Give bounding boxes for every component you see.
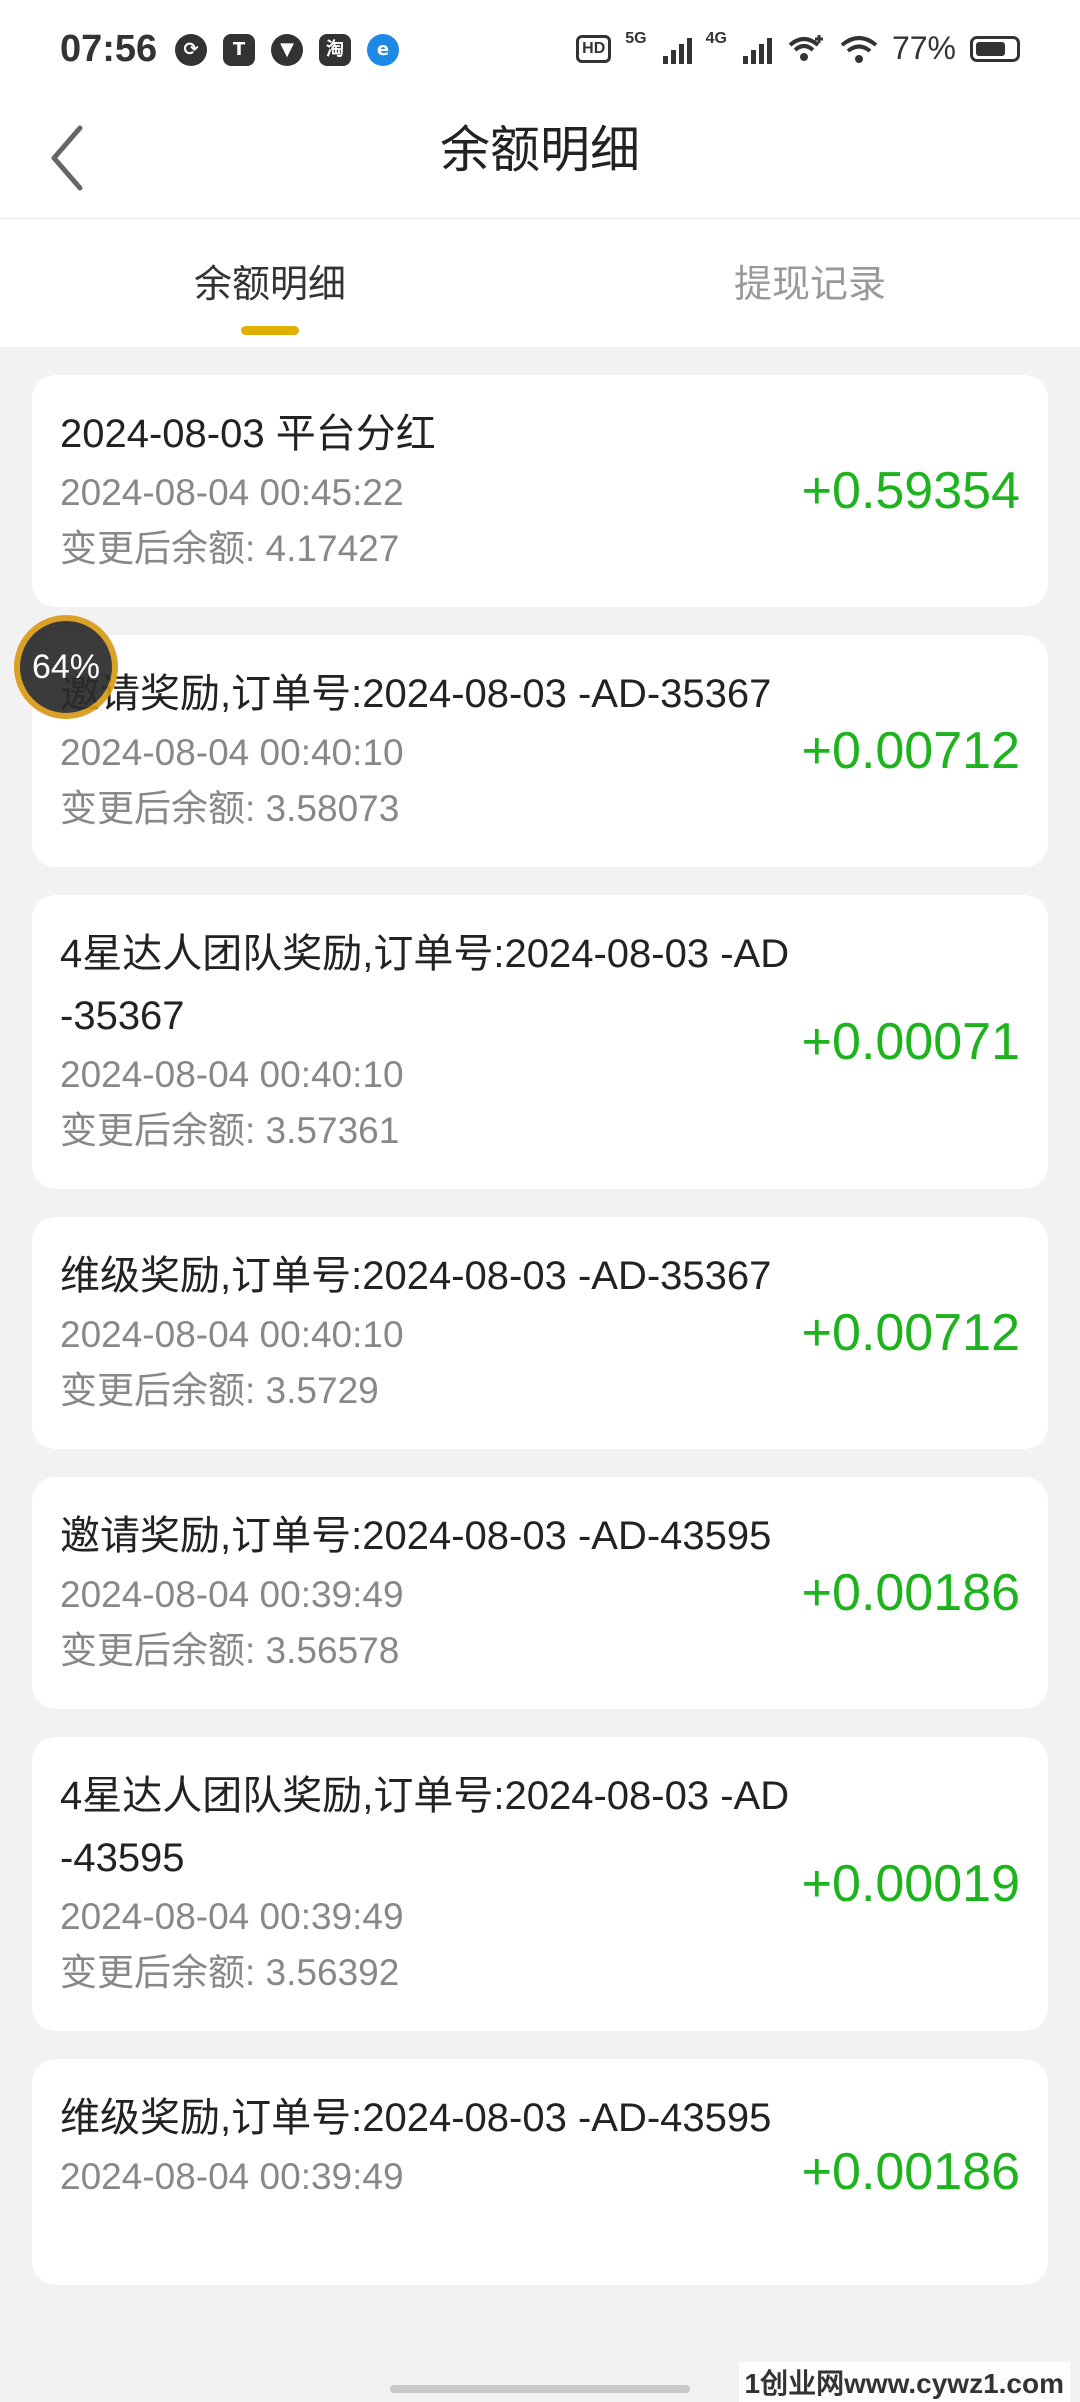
record-card[interactable]: 维级奖励,订单号:2024-08-03 -AD-35367 2024-08-04… <box>32 1217 1048 1449</box>
tab-withdraw-record[interactable]: 提现记录 <box>540 219 1080 347</box>
record-amount: +0.00019 <box>801 1855 1020 1913</box>
battery-fill <box>976 41 1005 56</box>
tab-label: 提现记录 <box>733 262 886 306</box>
record-balance: 变更后余额: 3.56392 <box>60 1952 400 1993</box>
gesture-navigation-bar[interactable] <box>390 2385 690 2393</box>
shield-t-icon: T <box>223 34 255 66</box>
network-4g-label: 4G <box>705 30 727 47</box>
record-amount: +0.00071 <box>801 1013 1020 1071</box>
status-right: HD 5G 4G 77% <box>576 30 1020 67</box>
network-5g-label: 5G <box>625 30 647 47</box>
record-balance: 变更后余额: 4.17427 <box>60 528 400 569</box>
record-balance: 变更后余额: 3.57361 <box>60 1110 400 1151</box>
browser-icon: e <box>367 34 399 66</box>
status-app-icons: ⟳ T ▼ 淘 e <box>175 34 399 66</box>
tab-active-indicator <box>241 326 299 335</box>
vpn-shield-icon: ▼ <box>271 34 303 66</box>
record-amount: +0.00186 <box>801 2143 1020 2201</box>
record-amount: +0.00712 <box>801 722 1020 780</box>
signal-5g-icon <box>662 34 692 64</box>
wifi-plus-icon <box>788 34 823 61</box>
page-title: 余额明细 <box>440 121 640 179</box>
status-time: 07:56 <box>60 28 158 70</box>
record-title: 4星达人团队奖励,订单号:2024-08-03 -AD-35367 <box>60 932 790 1038</box>
record-balance: 变更后余额: 3.5729 <box>60 1370 379 1411</box>
record-title: 邀请奖励,订单号:2024-08-03 -AD-43595 <box>60 1514 772 1558</box>
record-amount: +0.00712 <box>801 1304 1020 1362</box>
record-title: 维级奖励,订单号:2024-08-03 -AD-35367 <box>60 1254 772 1298</box>
record-balance: 变更后余额: 3.56578 <box>60 1630 400 1671</box>
battery-percent: 77% <box>891 30 956 66</box>
record-title: 2024-08-03 平台分红 <box>60 412 436 456</box>
watermark: 1创业网www.cywz1.com <box>738 2362 1070 2402</box>
balance-record-list: 2024-08-03 平台分红 2024-08-04 00:45:22 变更后余… <box>32 375 1048 2313</box>
record-card[interactable]: 邀请奖励,订单号:2024-08-03 -AD-35367 2024-08-04… <box>32 635 1048 867</box>
record-title: 维级奖励,订单号:2024-08-03 -AD-43595 <box>60 2096 772 2140</box>
status-bar: 07:56 ⟳ T ▼ 淘 e HD 5G 4G 77% <box>0 0 1080 100</box>
record-amount: +0.00186 <box>801 1564 1020 1622</box>
battery-icon <box>970 35 1020 62</box>
record-amount: +0.59354 <box>801 462 1020 520</box>
sync-icon: ⟳ <box>175 34 207 66</box>
record-card[interactable]: 2024-08-03 平台分红 2024-08-04 00:45:22 变更后余… <box>32 375 1048 607</box>
hd-icon: HD <box>576 34 612 63</box>
record-balance: 变更后余额: 3.58073 <box>60 788 400 829</box>
wifi-icon <box>840 35 878 63</box>
record-card[interactable]: 4星达人团队奖励,订单号:2024-08-03 -AD-43595 2024-0… <box>32 1737 1048 2031</box>
tab-bar: 余额明细 提现记录 <box>0 219 1080 347</box>
record-title: 邀请奖励,订单号:2024-08-03 -AD-35367 <box>60 672 772 716</box>
signal-4g-icon <box>742 34 772 64</box>
record-card[interactable]: 邀请奖励,订单号:2024-08-03 -AD-43595 2024-08-04… <box>32 1477 1048 1709</box>
tab-balance-detail[interactable]: 余额明细 <box>0 219 540 347</box>
record-card[interactable]: 4星达人团队奖励,订单号:2024-08-03 -AD-35367 2024-0… <box>32 895 1048 1189</box>
app-header: 余额明细 <box>0 100 1080 219</box>
record-card[interactable]: 维级奖励,订单号:2024-08-03 -AD-43595 2024-08-04… <box>32 2059 1048 2285</box>
taobao-icon: 淘 <box>319 34 351 66</box>
floating-memory-badge[interactable]: 64% <box>14 615 118 719</box>
record-title: 4星达人团队奖励,订单号:2024-08-03 -AD-43595 <box>60 1774 790 1880</box>
